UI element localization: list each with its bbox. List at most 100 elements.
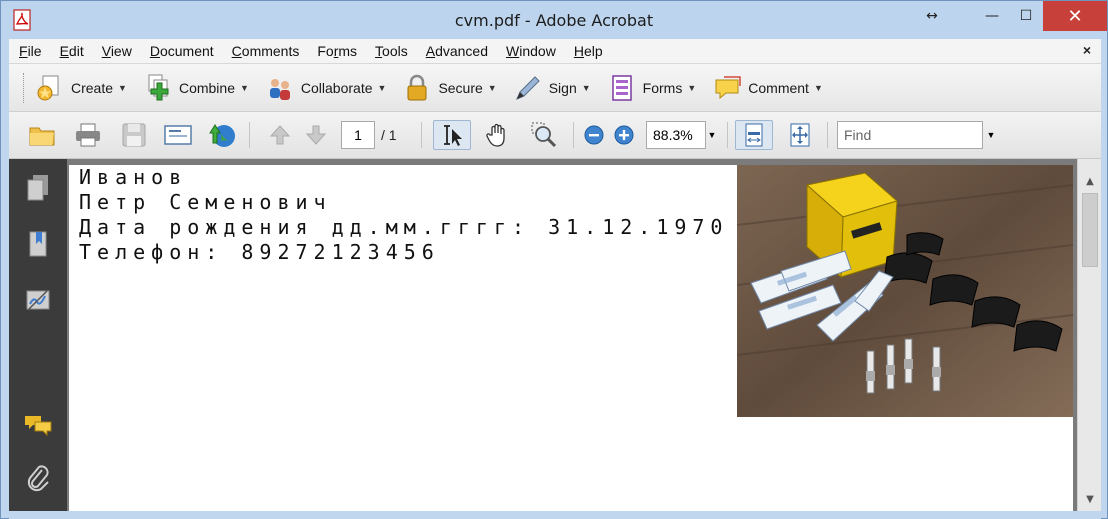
menu-document-mnemonic: D [149,43,160,59]
previous-page-arrow-icon[interactable] [265,120,295,150]
scrolling-mode-icon[interactable] [735,120,773,150]
zoom-out-icon[interactable] [579,120,609,150]
bookmarks-panel-icon[interactable] [21,227,55,261]
open-folder-icon[interactable] [27,120,57,150]
menu-document[interactable]: Document [140,43,222,59]
form-icon [611,74,632,101]
menu-file[interactable]: File [9,43,50,59]
scroll-down-arrow-icon[interactable]: ▼ [1078,489,1102,509]
menu-document-label: ocument [159,43,214,59]
zoom-dropdown-chevron-icon[interactable]: ▼ [706,121,718,149]
menu-comments-mnemonic: C [231,43,242,59]
chevron-down-icon: ▼ [377,82,387,93]
title-bar[interactable]: cvm.pdf - Adobe Acrobat ↔ — ☐ ✕ [1,1,1107,39]
combine-files-icon [148,74,169,100]
select-text-cursor-icon[interactable] [433,120,471,150]
collaborate-label: Collaborate [300,79,373,96]
forms-label: Forms [642,79,683,96]
menu-help[interactable]: Help [564,43,611,59]
close-button[interactable]: ✕ [1043,1,1107,31]
document-view[interactable]: Иванов Петр Семенович Дата рождения дд.м… [67,159,1077,511]
signatures-panel-icon[interactable] [21,283,55,317]
menu-window-label: indow [519,43,556,59]
email-envelope-icon[interactable] [163,120,193,150]
find-input[interactable]: Find [837,121,983,149]
menu-file-label: ile [27,43,42,59]
chevron-down-icon: ▼ [487,82,497,93]
document-line-surname: Иванов [79,165,188,189]
menu-view[interactable]: View [92,43,140,59]
toolbar-separator [727,122,728,148]
combine-label: Combine [178,79,235,96]
find-dropdown-chevron-icon[interactable]: ▼ [984,121,998,149]
toolbar-grip[interactable] [23,72,27,103]
zoom-in-icon[interactable] [609,120,639,150]
hand-tool-icon[interactable] [483,120,513,150]
chevron-down-icon: ▼ [687,82,697,93]
window-bottom-border [9,511,1101,519]
pen-icon [515,75,540,100]
navigation-pane [9,159,67,511]
save-disk-icon[interactable] [119,120,149,150]
marquee-zoom-icon[interactable] [529,120,559,150]
menu-view-label: iew [110,43,132,59]
chevron-down-icon: ▼ [581,82,591,93]
menu-comments-label: omments [241,43,300,59]
globe-upload-icon[interactable] [207,120,237,150]
attachments-paperclip-icon[interactable] [21,461,55,495]
page-total-label: / 1 [381,127,397,143]
comment-button[interactable]: Comment ▼ [712,73,823,103]
menu-advanced[interactable]: Advanced [416,43,496,59]
toolbar-separator [421,122,422,148]
minimize-button[interactable]: — [977,1,1007,31]
create-button[interactable]: Create ▼ [35,73,127,103]
pdf-page[interactable]: Иванов Петр Семенович Дата рождения дд.м… [69,165,1073,511]
resize-arrows-icon[interactable]: ↔ [917,1,947,31]
secure-label: Secure [438,79,483,96]
navigation-toolbar: 1 / 1 88.3% ▼ Find ▼ [9,112,1101,159]
document-line-birthdate: Дата рождения дд.мм.гггг: 31.12.1970 [79,215,729,239]
scroll-up-arrow-icon[interactable]: ▲ [1078,171,1102,191]
forms-button[interactable]: Forms ▼ [607,73,697,103]
sign-button[interactable]: Sign ▼ [513,73,591,103]
collaborate-button[interactable]: Collaborate ▼ [265,73,387,103]
chevron-down-icon: ▼ [118,82,127,93]
menu-comments[interactable]: Comments [222,43,308,59]
embedded-photo [737,165,1073,417]
menu-bar: File Edit View Document Comments Forms T… [9,39,1101,64]
print-icon[interactable] [73,120,103,150]
menu-forms[interactable]: Forms [307,43,365,59]
acrobat-window: cvm.pdf - Adobe Acrobat ↔ — ☐ ✕ File Edi… [0,0,1108,519]
menu-edit-mnemonic: E [59,43,69,59]
document-close-button[interactable]: × [1083,42,1091,58]
comment-label: Comment [748,79,809,96]
combine-button[interactable]: Combine ▼ [143,73,249,103]
toolbar-separator [827,122,828,148]
menu-forms-label-start: Fo [317,43,334,59]
comments-panel-icon[interactable] [21,409,55,443]
secure-button[interactable]: Secure ▼ [402,73,497,103]
menu-advanced-mnemonic: A [425,43,436,59]
next-page-arrow-icon[interactable] [301,120,331,150]
menu-view-mnemonic: V [101,43,111,59]
menu-tools-label: ools [382,43,408,59]
scroll-thumb[interactable] [1082,193,1098,267]
maximize-button[interactable]: ☐ [1011,1,1041,31]
comment-bubble-icon [715,75,742,99]
menu-edit[interactable]: Edit [50,43,92,59]
toolbar-separator [573,122,574,148]
pages-panel-icon[interactable] [21,171,55,205]
menu-window[interactable]: Window [496,43,564,59]
menu-forms-label: ms [338,43,358,59]
vertical-scrollbar[interactable]: ▲ ▼ [1077,159,1101,511]
menu-edit-label: dit [68,43,84,59]
tasks-toolbar: Create ▼ Combine ▼ Collaborate ▼ Secure ▼ [9,64,1101,112]
sign-label: Sign [548,79,577,96]
product-photo-image [737,165,1073,417]
menu-tools[interactable]: Tools [365,43,416,59]
chevron-down-icon: ▼ [239,82,249,93]
page-number-input[interactable]: 1 [341,121,375,149]
zoom-level-input[interactable]: 88.3% [646,121,706,149]
fit-page-icon[interactable] [785,120,815,150]
menu-file-mnemonic: F [19,43,28,59]
